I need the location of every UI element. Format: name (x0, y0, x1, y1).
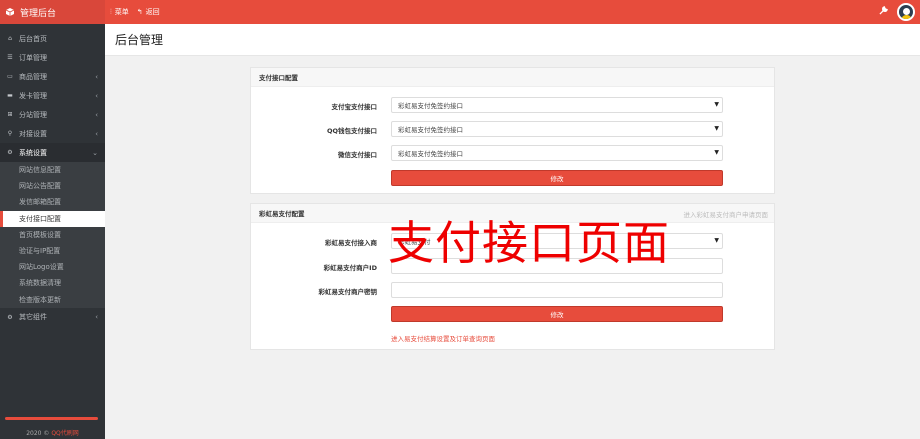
merchant-apply-link[interactable]: 进入彩虹易支付商户申请页面 (684, 209, 769, 219)
payment-save-button[interactable]: 修改 (391, 170, 723, 186)
form-row-qqpay: QQ钱包支付接口 彩虹易支付免签约接口 ▼ (251, 121, 776, 137)
merchant-id-label: 彩虹易支付商户ID (323, 264, 377, 272)
home-icon: ⌂ (8, 35, 12, 42)
box-icon: ▭ (7, 73, 13, 80)
settlement-link[interactable]: 进入易支付结算设置及订单查询页面 (391, 333, 495, 343)
brand[interactable]: 管理后台 (0, 0, 105, 24)
alipay-select[interactable]: 彩虹易支付免签约接口 ▼ (391, 97, 723, 113)
page-overlay-caption: 支付接口页面 (388, 216, 670, 270)
qqpay-label: QQ钱包支付接口 (326, 127, 377, 135)
submenu-item-mail[interactable]: 发信邮箱配置 (0, 194, 105, 210)
wxpay-select-value: 彩虹易支付免签约接口 (398, 150, 463, 158)
caret-down-icon: ▼ (714, 101, 719, 108)
submenu-item-cleanup[interactable]: 系统数据清理 (0, 275, 105, 291)
sidebar-item-label: 后台首页 (19, 34, 47, 43)
menu-icon: ⫶ (110, 7, 112, 16)
submenu-item-site-info[interactable]: 网站信息配置 (0, 162, 105, 178)
gear-icon: ⚙ (7, 149, 13, 156)
merchant-key-label: 彩虹易支付商户密钥 (318, 288, 378, 296)
wrench-icon[interactable] (879, 6, 888, 18)
qqpay-select-value: 彩虹易支付免签约接口 (398, 126, 463, 134)
system-settings-submenu: 网站信息配置 网站公告配置 发信邮箱配置 支付接口配置 首页模板设置 验证与IP… (0, 162, 105, 308)
list-icon: ☰ (7, 54, 13, 61)
sidebar-footer: 2020 © QQ代刷网 (0, 417, 105, 439)
app-title: 管理后台 (20, 8, 57, 19)
sidebar-item-orders[interactable]: ☰ 订单管理 (0, 48, 105, 67)
payment-config-panel: 支付接口配置 支付宝支付接口 彩虹易支付免签约接口 ▼ QQ钱包支付接口 彩虹易… (250, 67, 775, 194)
chevron-left-icon: ‹ (95, 129, 98, 138)
copyright-text: 2020 © (26, 430, 50, 437)
chevron-down-icon: ⌄ (92, 148, 98, 157)
qqpay-select[interactable]: 彩虹易支付免签约接口 ▼ (391, 121, 723, 137)
submenu-item-announcement[interactable]: 网站公告配置 (0, 178, 105, 194)
page-title: 后台管理 (105, 24, 920, 56)
back-icon: ↰ (136, 8, 143, 16)
card-icon: ▬ (7, 92, 13, 99)
sidebar-item-label: 订单管理 (19, 53, 47, 62)
sidebar-item-label: 系统设置 (19, 148, 47, 157)
panel-title-text: 彩虹易支付配置 (259, 210, 305, 218)
chevron-left-icon: ‹ (95, 91, 98, 100)
caret-down-icon: ▼ (714, 125, 719, 132)
caret-down-icon: ▼ (714, 237, 719, 244)
sidebar-item-label: 其它组件 (19, 313, 47, 322)
merchant-key-input[interactable] (391, 282, 723, 298)
panel-title: 支付接口配置 (251, 68, 774, 87)
panel-title-text: 支付接口配置 (259, 74, 298, 82)
footer-bar (5, 417, 98, 420)
sidebar-item-home[interactable]: ⌂ 后台首页 (0, 29, 105, 48)
submenu-item-logo[interactable]: 网站Logo设置 (0, 259, 105, 275)
sidebar-item-label: 商品管理 (19, 72, 47, 81)
menu-button[interactable]: ⫶ 菜单 (110, 7, 129, 17)
top-bar: 管理后台 ⫶ 菜单 ↰ 返回 (0, 0, 920, 24)
sidebar: ⌂ 后台首页 ☰ 订单管理 ▭ 商品管理 ‹ ▬ 发卡管理 ‹ ⊞ 分站管理 ‹… (0, 24, 105, 439)
sidebar-item-other-components[interactable]: ⚙ 其它组件 ‹ (0, 308, 105, 327)
site-link[interactable]: QQ代刷网 (51, 430, 78, 437)
chevron-left-icon: ‹ (95, 72, 98, 81)
sitemap-icon: ⊞ (7, 111, 13, 118)
back-label: 返回 (145, 8, 160, 16)
sidebar-item-label: 对接设置 (19, 129, 47, 138)
submenu-item-payment[interactable]: 支付接口配置 (0, 210, 105, 227)
link-icon: ⚲ (7, 130, 13, 137)
avatar[interactable] (897, 3, 915, 21)
caret-down-icon: ▼ (714, 149, 719, 156)
form-row-merchant-key: 彩虹易支付商户密钥 (251, 282, 776, 298)
cube-icon (6, 8, 14, 16)
form-row-wxpay: 微信支付接口 彩虹易支付免签约接口 ▼ (251, 145, 776, 161)
form-row-alipay: 支付宝支付接口 彩虹易支付免签约接口 ▼ (251, 97, 776, 113)
epay-save-button[interactable]: 修改 (391, 306, 723, 322)
sidebar-item-products[interactable]: ▭ 商品管理 ‹ (0, 67, 105, 86)
sidebar-item-label: 发卡管理 (19, 91, 47, 100)
footer-copyright: 2020 © QQ代刷网 (0, 428, 105, 437)
wxpay-select[interactable]: 彩虹易支付免签约接口 ▼ (391, 145, 723, 161)
provider-label: 彩虹易支付接入商 (325, 239, 377, 247)
alipay-label: 支付宝支付接口 (331, 103, 378, 111)
alipay-select-value: 彩虹易支付免签约接口 (398, 102, 463, 110)
submenu-item-template[interactable]: 首页模板设置 (0, 227, 105, 243)
submenu-item-update[interactable]: 检查版本更新 (0, 292, 105, 308)
wxpay-label: 微信支付接口 (338, 151, 377, 159)
sidebar-item-docking[interactable]: ⚲ 对接设置 ‹ (0, 124, 105, 143)
menu-label: 菜单 (114, 8, 129, 16)
sidebar-item-cards[interactable]: ▬ 发卡管理 ‹ (0, 86, 105, 105)
submenu-item-verify-ip[interactable]: 验证与IP配置 (0, 243, 105, 259)
chevron-left-icon: ‹ (95, 313, 98, 322)
sidebar-item-label: 分站管理 (19, 110, 47, 119)
sidebar-item-system-settings[interactable]: ⚙ 系统设置 ⌄ (0, 143, 105, 162)
chevron-left-icon: ‹ (95, 110, 98, 119)
sidebar-item-substations[interactable]: ⊞ 分站管理 ‹ (0, 105, 105, 124)
cogs-icon: ⚙ (7, 313, 13, 321)
back-button[interactable]: ↰ 返回 (137, 7, 160, 17)
